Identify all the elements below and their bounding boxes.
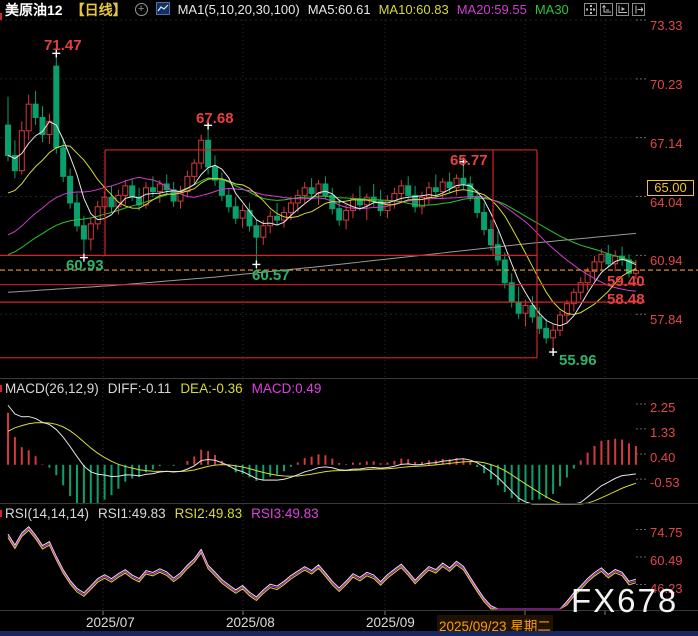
chart-header: 美原油12 【日线】 + MA1(5,10,20,30,100) MA5:60.… (0, 0, 569, 19)
date-axis-label: 2025/08 (226, 615, 275, 630)
date-axis-label: 2025/09 (366, 615, 415, 630)
macd-tick-label: -0.53 (650, 475, 680, 490)
rsi2-value: RSI2:49.83 (175, 506, 243, 521)
chart-toolbar (584, 3, 645, 16)
price-annotation: 67.68 (196, 110, 234, 127)
rsi-tick-label: 74.75 (650, 525, 683, 540)
bracket-arrow-icon[interactable] (632, 3, 645, 16)
settlement-price-label: 65.00 (647, 180, 694, 196)
ma5-value: MA5:60.61 (308, 2, 371, 17)
period-label[interactable]: 【日线】 (71, 0, 127, 20)
price-tick-label: 67.14 (650, 136, 683, 151)
ma10-value: MA10:60.83 (379, 2, 449, 17)
macd-header: MACD(26,12,9) DIFF:-0.11 DEA:-0.36 MACD:… (5, 381, 321, 396)
price-annotation: 58.48 (607, 291, 645, 308)
price-annotation: 60.93 (66, 257, 104, 274)
macd-diff-value: DIFF:-0.11 (108, 381, 172, 396)
price-annotation: 59.40 (607, 273, 645, 290)
price-tick-label: 60.94 (650, 253, 683, 268)
price-annotation: 55.96 (559, 352, 597, 369)
macd-tick-label: 2.25 (650, 400, 675, 415)
rsi-panel-divider[interactable] (0, 503, 698, 504)
rsi1-value: RSI1:49.83 (98, 506, 166, 521)
left-edge-marker (0, 510, 2, 517)
axis-up-arrow-icon[interactable] (600, 3, 613, 16)
price-tick-label: 57.84 (650, 312, 683, 327)
macd-macd-value: MACD:0.49 (252, 381, 322, 396)
circle-plus-icon[interactable]: + (135, 3, 148, 16)
price-annotation: 71.47 (44, 37, 82, 54)
move-dots-icon[interactable] (584, 3, 597, 16)
symbol-name: 美原油12 (5, 0, 63, 20)
axis-play-icon[interactable] (616, 3, 629, 16)
rsi3-value: RSI3:49.83 (251, 506, 319, 521)
trading-chart-window: 美原油12 【日线】 + MA1(5,10,20,30,100) MA5:60.… (0, 0, 698, 636)
macd-tick-label: 1.33 (650, 425, 675, 440)
price-tick-label: 73.33 (650, 18, 683, 33)
price-annotation: 60.57 (252, 267, 290, 284)
rsi-header: RSI(14,14,14) RSI1:49.83 RSI2:49.83 RSI3… (5, 506, 319, 521)
macd-tick-label: 0.40 (650, 450, 675, 465)
price-tick-label: 70.23 (650, 77, 683, 92)
left-edge-marker (0, 385, 2, 392)
price-tick-label: 64.04 (650, 195, 683, 210)
ma-settings-label: MA1(5,10,20,30,100) (178, 2, 300, 17)
macd-title: MACD(26,12,9) (5, 381, 99, 396)
price-annotation: 65.77 (450, 152, 488, 169)
ma20-value: MA20:59.55 (457, 2, 527, 17)
mini-chart-icon[interactable] (156, 2, 170, 18)
date-axis-label: 2025/07 (86, 615, 135, 630)
macd-dea-value: DEA:-0.36 (180, 381, 242, 396)
macd-panel-divider[interactable] (0, 378, 698, 379)
fx678-watermark: FX678 (571, 582, 678, 620)
window-bottom-bar (0, 631, 698, 636)
rsi-title: RSI(14,14,14) (5, 506, 89, 521)
chart-canvas[interactable] (0, 0, 698, 636)
rsi-tick-label: 60.49 (650, 553, 683, 568)
ma30-value: MA30 (535, 2, 569, 17)
